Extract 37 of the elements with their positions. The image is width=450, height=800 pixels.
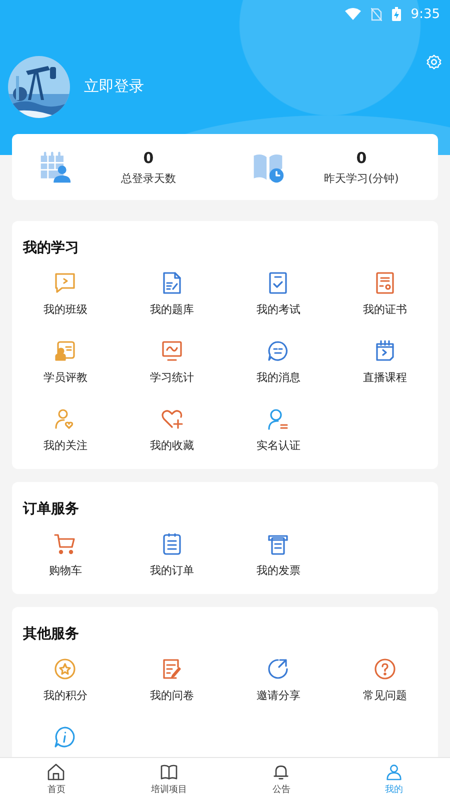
section-title: 其他服务 [22,625,80,643]
menu-item[interactable]: 常见问题 [362,688,407,703]
menu-item[interactable]: 我的发票 [256,563,300,578]
menu-item[interactable]: 我的积分 [43,688,88,703]
calendar-user-icon [38,150,72,184]
settings-icon[interactable] [426,54,442,70]
menu-item[interactable]: 我的证书 [362,302,407,317]
menu-item[interactable]: 实名认证 [256,438,300,453]
tab[interactable]: 公告 [225,758,338,800]
menu-item[interactable]: 我的班级 [43,302,88,317]
menu-item[interactable]: 我的问卷 [150,688,194,703]
home-icon [46,762,66,782]
menu-item[interactable]: 学员评教 [43,370,88,385]
tab[interactable]: 首页 [0,758,112,800]
menu-item[interactable]: 直播课程 [362,370,407,385]
menu-item[interactable]: 我的消息 [256,370,300,385]
tab[interactable]: 培训项目 [112,758,225,800]
menu-item[interactable]: 我的订单 [150,563,194,578]
status-time: 9:35 [410,6,440,22]
menu-item[interactable]: 学习统计 [150,370,194,385]
section-title: 我的学习 [22,239,80,257]
section-title: 订单服务 [22,500,80,518]
stat-value: 0 [356,148,367,166]
menu-item[interactable]: 我的收藏 [150,438,194,453]
book-icon [158,762,179,782]
menu-item[interactable]: 邀请分享 [256,688,300,703]
menu-item[interactable]: 购物车 [48,563,82,578]
stat-value: 0 [143,148,154,166]
stat-label: 昨天学习(分钟) [324,170,399,186]
battery-icon [392,7,401,21]
person-icon [384,762,404,782]
menu-item[interactable]: 我的题库 [150,302,194,317]
menu-item[interactable]: 我的关注 [43,438,88,453]
stat-label: 总登录天数 [121,170,176,186]
menu-item[interactable]: 我的考试 [256,302,300,317]
no-sim-icon [370,8,382,20]
wifi-icon [344,8,361,20]
